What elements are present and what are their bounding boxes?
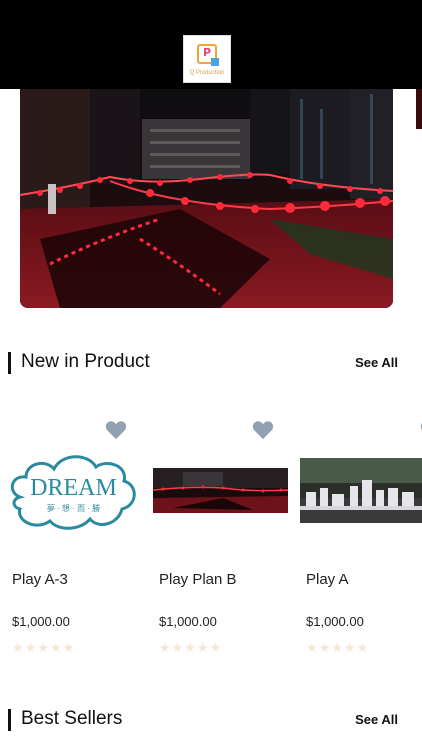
product-card[interactable]: DREAM 夢 · 想 · 而 · 勝 Play A-3 $1,000.00 ★… — [6, 420, 141, 660]
product-name[interactable]: Play A-3 — [12, 570, 68, 590]
product-price: $1,000.00 — [159, 614, 217, 629]
product-image[interactable]: DREAM 夢 · 想 · 而 · 勝 — [6, 435, 141, 545]
product-price: $1,000.00 — [306, 614, 364, 629]
hero-image — [20, 89, 393, 308]
section-title: New in Product — [21, 351, 150, 372]
product-name[interactable]: Play Plan B — [159, 570, 237, 590]
next-slide-peek[interactable] — [416, 89, 422, 129]
section-title: Best Sellers — [21, 708, 123, 729]
dream-logo-text: DREAM — [30, 475, 117, 501]
best-sellers-header: Best Sellers See All — [0, 706, 422, 732]
product-image[interactable] — [153, 435, 288, 545]
logo-text: Q Production — [189, 70, 225, 76]
section-accent-bar — [8, 709, 11, 731]
new-in-product-header: New in Product See All — [0, 349, 422, 375]
app-logo[interactable]: Q Production — [183, 35, 231, 83]
product-card[interactable]: Play A $1,000.00 ★★★★★ — [300, 420, 422, 660]
top-app-bar: Q Production — [0, 0, 422, 89]
hero-banner[interactable] — [20, 89, 393, 308]
see-all-link[interactable]: See All — [355, 710, 398, 730]
logo-mark-icon — [197, 44, 219, 66]
product-name[interactable]: Play A — [306, 570, 349, 590]
product-card[interactable]: Play Plan B $1,000.00 ★★★★★ — [153, 420, 288, 660]
rating-stars: ★★★★★ — [159, 640, 223, 655]
rating-stars: ★★★★★ — [306, 640, 370, 655]
rating-stars: ★★★★★ — [12, 640, 76, 655]
dream-logo-subtext: 夢 · 想 · 而 · 勝 — [46, 504, 101, 513]
see-all-link[interactable]: See All — [355, 353, 398, 373]
product-image[interactable] — [300, 435, 422, 545]
product-price: $1,000.00 — [12, 614, 70, 629]
section-accent-bar — [8, 352, 11, 374]
